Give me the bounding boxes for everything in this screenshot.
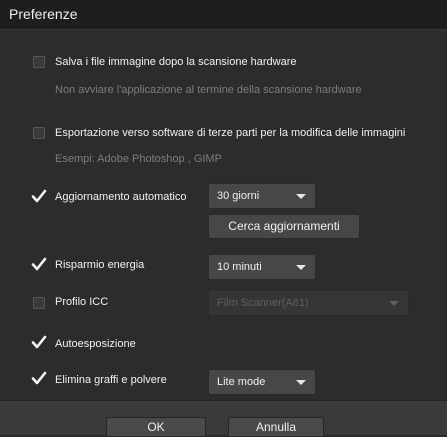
- export-third-party-description: Esempi: Adobe Photoshop , GIMP: [55, 153, 222, 165]
- auto-update-interval-dropdown[interactable]: 30 giorni: [208, 183, 316, 209]
- power-saving-dropdown[interactable]: 10 minuti: [208, 254, 316, 280]
- icc-profile-dropdown[interactable]: Film Scanner(A81): [208, 290, 409, 316]
- power-saving-checkbox[interactable]: [31, 256, 47, 272]
- chevron-down-icon: [296, 380, 306, 385]
- icc-profile-value: Film Scanner(A81): [217, 297, 309, 309]
- power-saving-label: Risparmio energia: [55, 259, 145, 271]
- check-updates-button[interactable]: Cerca aggiornamenti: [208, 214, 360, 239]
- checkmark-icon: [31, 371, 47, 385]
- title-bar: Preferenze: [0, 0, 447, 30]
- save-images-checkbox[interactable]: [33, 56, 45, 68]
- ok-button[interactable]: OK: [106, 417, 206, 436]
- window-title: Preferenze: [9, 6, 78, 22]
- export-third-party-checkbox[interactable]: [33, 127, 45, 139]
- chevron-down-icon: [296, 194, 306, 199]
- auto-update-checkbox[interactable]: [31, 188, 47, 204]
- checkmark-icon: [31, 189, 47, 203]
- checkmark-icon: [31, 335, 47, 349]
- icc-profile-checkbox[interactable]: [33, 297, 45, 309]
- save-images-label: Salva i file immagine dopo la scansione …: [55, 56, 297, 68]
- auto-exposure-label: Autoesposizione: [55, 338, 136, 350]
- dialog-footer: OK Annulla: [0, 400, 447, 436]
- chevron-down-icon: [296, 265, 306, 270]
- checkmark-icon: [31, 257, 47, 271]
- export-third-party-label: Esportazione verso software di terze par…: [55, 127, 406, 139]
- dust-removal-label: Elimina graffi e polvere: [55, 374, 167, 386]
- cancel-button[interactable]: Annulla: [228, 417, 324, 436]
- auto-exposure-checkbox[interactable]: [31, 334, 47, 350]
- save-images-description: Non avviare l'applicazione al termine de…: [55, 84, 362, 96]
- power-saving-value: 10 minuti: [217, 261, 262, 273]
- auto-update-label: Aggiornamento automatico: [55, 191, 187, 203]
- preferences-dialog: Preferenze Salva i file immagine dopo la…: [0, 0, 447, 436]
- icc-profile-label: Profilo ICC: [55, 296, 109, 308]
- dust-removal-dropdown[interactable]: Lite mode: [208, 369, 316, 395]
- chevron-down-icon: [389, 301, 399, 306]
- auto-update-interval-value: 30 giorni: [217, 190, 260, 202]
- dust-removal-checkbox[interactable]: [31, 370, 47, 386]
- dust-removal-value: Lite mode: [217, 376, 266, 388]
